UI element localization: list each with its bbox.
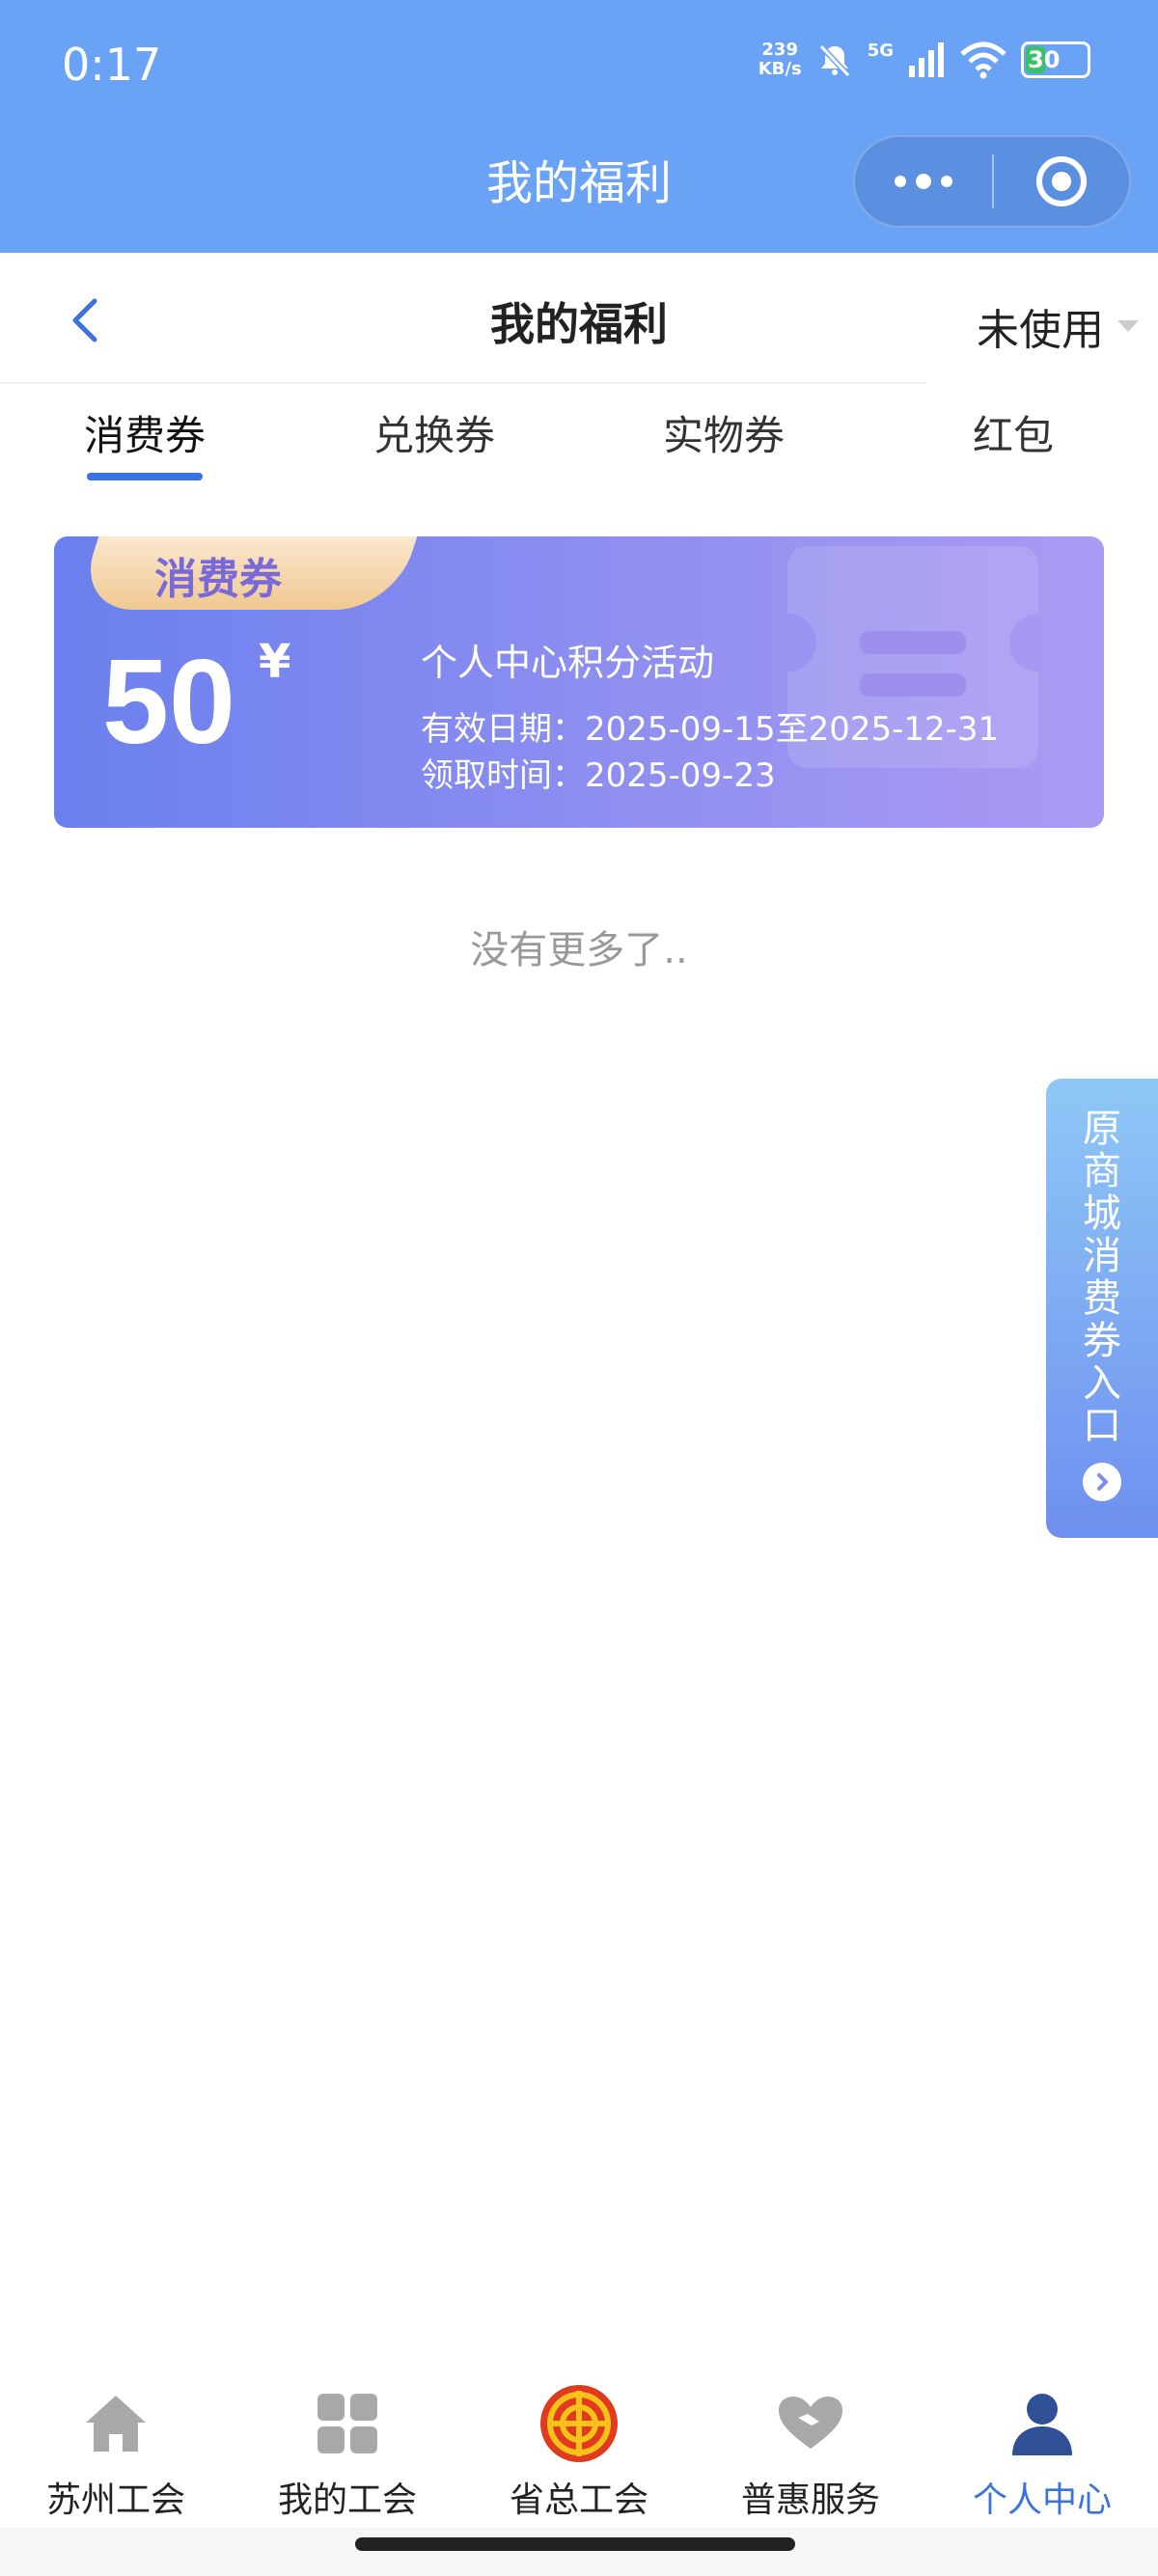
status-icons: 239 KB/s 5G 30 [758,41,1090,79]
miniapp-capsule [853,135,1131,228]
target-icon [1035,156,1087,206]
tab-red-packet[interactable]: 红包 [907,403,1119,462]
dot-icon [941,176,952,187]
coupon-received-time: 领取时间：2025-09-23 [421,756,776,795]
list-end-text: 没有更多了.. [470,928,688,973]
coupon-amount: 50 [102,636,235,769]
bottom-tab-benefit-service[interactable]: 普惠服务 [695,2385,926,2522]
home-indicator[interactable] [355,2537,795,2551]
more-menu-button[interactable] [855,137,992,226]
top-header: 0:17 239 KB/s 5G 30 我的福利 [0,0,1158,253]
divider [0,382,926,384]
status-time: 0:17 [62,39,162,91]
coupon-card[interactable]: 消费券 50 ¥ 个人中心积分活动 有效日期：2025-09-15至2025-1… [54,536,1104,828]
home-icon [86,2396,146,2452]
bottom-tab-personal-center[interactable]: 个人中心 [926,2385,1158,2522]
chevron-right-icon [1083,1463,1121,1501]
bottom-tab-label: 我的工会 [277,2480,417,2520]
grid-icon [317,2394,377,2453]
dot-icon [895,176,906,187]
network-type: 5G [867,41,894,61]
heart-hand-icon [779,2397,842,2449]
side-entry-label: 原商城消费券入口 [1083,1107,1121,1448]
coupon-name: 个人中心积分活动 [421,642,715,684]
bottom-tab-label: 省总工会 [509,2480,648,2520]
tab-exchange-coupon[interactable]: 兑换券 [328,403,540,462]
currency-symbol: ¥ [259,635,291,689]
bottom-tab-label: 个人中心 [972,2480,1112,2520]
old-mall-coupon-entry-button[interactable]: 原商城消费券入口 [1046,1079,1158,1538]
bottom-tab-my-union[interactable]: 我的工会 [232,2385,463,2522]
filter-label: 未使用 [977,306,1104,355]
coupon-type-label: 消费券 [154,555,282,604]
mute-bell-icon [818,43,850,78]
bottom-tab-suzhou-union[interactable]: 苏州工会 [0,2385,232,2522]
bottom-tab-label: 普惠服务 [740,2480,880,2520]
signal-icon [909,42,944,77]
caret-down-icon [1117,320,1139,332]
union-logo-icon [540,2385,618,2462]
dot-icon [916,174,931,189]
system-gesture-area [0,2528,1158,2576]
coupon-watermark-icon [787,546,1038,768]
active-tab-indicator [87,473,203,480]
bottom-tab-provincial-union[interactable]: 省总工会 [463,2385,695,2522]
tab-consumption-coupon[interactable]: 消费券 [39,403,251,462]
bottom-tab-label: 苏州工会 [45,2480,185,2520]
coupon-valid-date: 有效日期：2025-09-15至2025-12-31 [421,710,1000,749]
tab-physical-coupon[interactable]: 实物券 [618,403,830,462]
close-miniapp-button[interactable] [994,137,1129,226]
network-speed: 239 KB/s [758,40,802,79]
battery-indicator: 30 [1021,41,1090,78]
status-filter-dropdown[interactable]: 未使用 [977,295,1139,357]
coupon-tabs: 消费券 兑换券 实物券 红包 [0,386,1158,482]
wifi-icon [960,41,1006,79]
person-icon [1012,2394,1072,2455]
